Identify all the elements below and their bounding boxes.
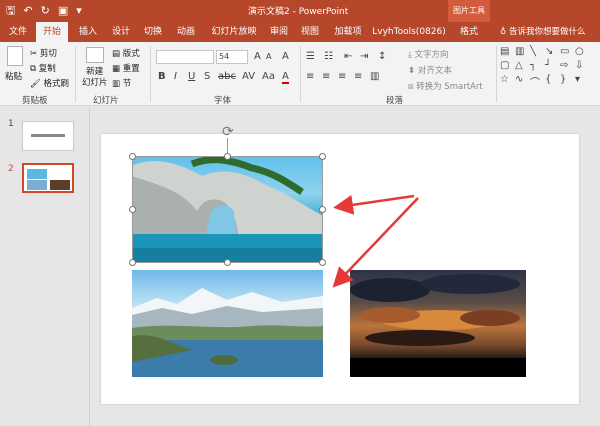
arrow-to-picture-2 (332, 197, 419, 288)
arrow-to-picture-1 (333, 194, 415, 215)
annotation-arrows (332, 194, 419, 288)
